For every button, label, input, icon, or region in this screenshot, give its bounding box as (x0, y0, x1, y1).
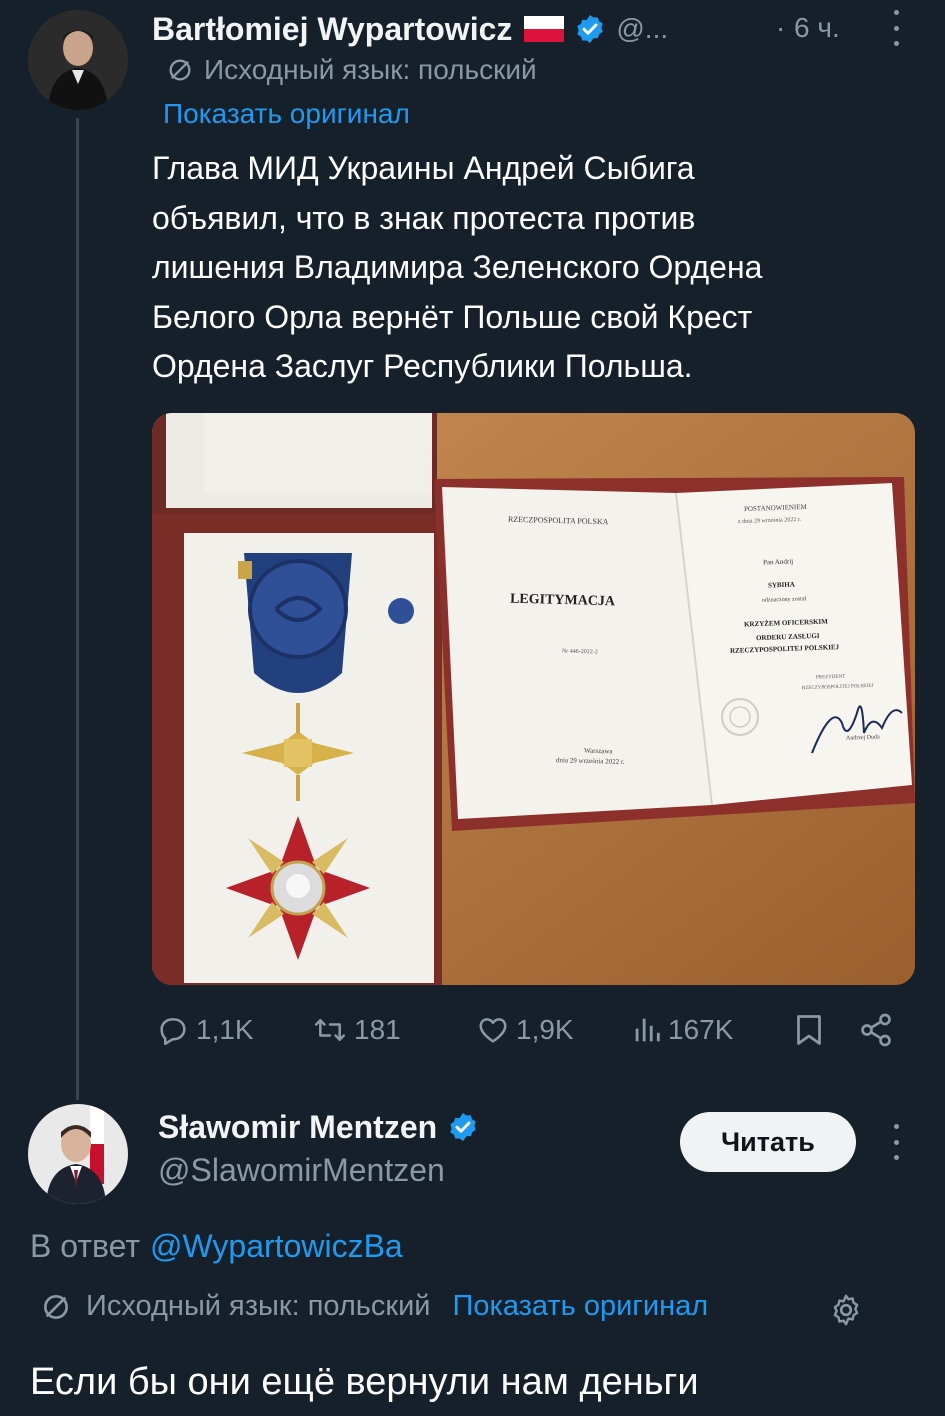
tweet-text-line: объявил, что в знак протеста против (152, 199, 696, 236)
retweet-button[interactable]: 181 (312, 1008, 401, 1052)
views-button[interactable]: 167K (632, 1008, 733, 1052)
tweet-text-line: Ордена Заслуг Республики Польша. (152, 348, 693, 384)
retweet-icon (314, 1019, 346, 1041)
translated-from-label: Исходный язык: польский (204, 54, 537, 85)
reply-count: 1,1K (196, 1014, 254, 1045)
show-original-link[interactable]: Показать оригинал (163, 98, 410, 130)
translation-notice: Исходный язык: польский (166, 54, 537, 86)
poland-flag-icon (524, 16, 565, 42)
author-handle[interactable]: @SlawomirMentzen (158, 1152, 445, 1189)
tweet2-header: Sławomir Mentzen (158, 1104, 479, 1150)
like-button[interactable]: 1,9K (476, 1008, 574, 1052)
reply-to-label: В ответ (30, 1228, 141, 1264)
avatar[interactable] (28, 1104, 128, 1204)
verified-badge-icon (450, 1113, 476, 1141)
tweet-text: Если бы они ещё вернули нам деньги (30, 1361, 699, 1403)
certificate-president: PREZYDENT (815, 674, 846, 681)
tweet-time[interactable]: 6 ч. (794, 12, 840, 44)
certificate-title: LEGITYMACJA (509, 591, 616, 610)
medal-photo (152, 413, 915, 985)
share-icon (861, 1013, 891, 1047)
reply-context: В ответ @WypartowiczBa (30, 1228, 403, 1265)
author-name[interactable]: Sławomir Mentzen (158, 1109, 437, 1146)
more-options-icon[interactable] (888, 10, 904, 46)
settings-gear-icon[interactable] (828, 1292, 864, 1328)
thread-line (76, 118, 79, 1100)
translated-from-label: Исходный язык: польский (86, 1290, 431, 1322)
avatar-photo (28, 10, 128, 110)
translation-notice: Исходный язык: польский Показать оригина… (40, 1290, 708, 1323)
heart-icon (479, 1018, 507, 1043)
views-icon (635, 1018, 660, 1042)
reply-button[interactable]: 1,1K (156, 1008, 254, 1052)
tweet-text-line: Глава МИД Украины Андрей Сыбига (152, 150, 695, 186)
more-options-icon[interactable] (888, 1124, 904, 1160)
certificate-recipient-surname: SYBIHA (767, 580, 795, 590)
reply-to-handle[interactable]: @WypartowiczBa (150, 1228, 403, 1265)
bookmark-icon (797, 1015, 821, 1045)
author-handle[interactable]: @... (616, 13, 668, 45)
show-original-link[interactable]: Показать оригинал (453, 1290, 709, 1323)
translate-icon (44, 1294, 68, 1319)
tweet1-header: Bartłomiej Wypartowicz @... (152, 6, 668, 52)
verified-badge-icon (577, 15, 604, 43)
bookmark-button[interactable] (794, 1008, 824, 1052)
tweet-text-line: Белого Орла вернёт Польше свой Крест (152, 298, 753, 335)
share-button[interactable] (858, 1008, 894, 1052)
signature-icon (811, 705, 903, 754)
like-count: 1,9K (516, 1014, 574, 1045)
retweet-count: 181 (354, 1014, 401, 1045)
certificate-recipient-first: Pan Andrij (762, 557, 794, 567)
views-count: 167K (668, 1014, 734, 1045)
avatar-photo (28, 1104, 128, 1204)
certificate-place: Warszawa (583, 746, 613, 756)
tweet-photo[interactable]: RZECZPOSPOLITA POLSKA LEGITYMACJA Nr 446… (152, 413, 915, 985)
tweet-text: Глава МИД Украины Андрей Сыбига объявил,… (152, 144, 762, 392)
tweet-text-line: лишения Владимира Зеленского Ордена (152, 249, 763, 285)
certificate-number: Nr 446-2022-2 (561, 648, 598, 656)
translate-icon (169, 59, 191, 81)
separator-dot: · (776, 12, 786, 43)
seal-icon (721, 698, 759, 736)
reply-icon (160, 1018, 186, 1046)
author-name[interactable]: Bartłomiej Wypartowicz (152, 11, 512, 48)
follow-button[interactable]: Читать (680, 1112, 856, 1172)
avatar[interactable] (28, 10, 128, 110)
